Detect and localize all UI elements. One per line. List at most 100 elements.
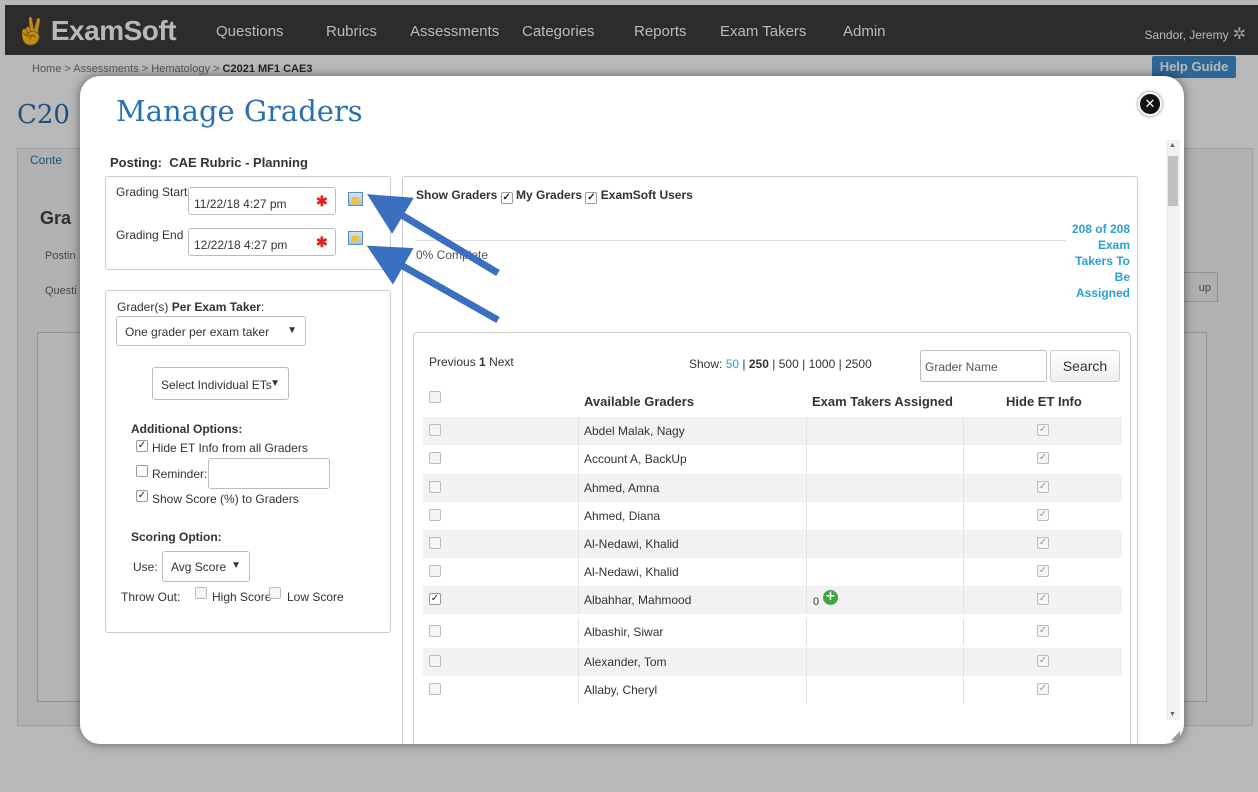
low-score-label: Low Score xyxy=(287,590,344,604)
graders-per-exam-taker-select[interactable]: One grader per exam taker ▼ xyxy=(116,316,306,346)
show-score-label: Show Score (%) to Graders xyxy=(152,492,299,506)
low-score-checkbox[interactable] xyxy=(269,587,281,599)
hide-et-info-row-checkbox[interactable]: ✓ xyxy=(1037,537,1049,549)
grading-start-label: Grading Start xyxy=(116,185,188,199)
grader-row[interactable]: Al-Nedawi, Khalid ✓ xyxy=(423,558,1122,586)
show-score-checkbox[interactable]: ✓ xyxy=(136,490,148,502)
column-divider xyxy=(963,445,964,473)
page-size-options: Show: 50 | 250 | 500 | 1000 | 2500 xyxy=(689,357,872,371)
examsoft-users-label: ExamSoft Users xyxy=(600,188,693,202)
page-size-500[interactable]: 500 xyxy=(779,357,799,371)
hide-et-info-row-checkbox[interactable]: ✓ xyxy=(1037,509,1049,521)
column-divider xyxy=(578,530,579,558)
grader-name: Allaby, Cheryl xyxy=(584,683,658,697)
select-individual-ets-select[interactable]: Select Individual ETs ▼ xyxy=(152,367,289,400)
posting-value: CAE Rubric - Planning xyxy=(169,155,308,170)
hide-et-info-checkbox[interactable]: ✓ xyxy=(136,440,148,452)
required-icon: ✱ xyxy=(316,234,328,250)
column-divider xyxy=(578,445,579,473)
calendar-icon[interactable] xyxy=(348,231,363,245)
column-divider xyxy=(578,417,579,445)
scroll-down-icon[interactable]: ▼ xyxy=(1169,711,1176,718)
close-icon[interactable]: ✕ xyxy=(1138,92,1162,116)
grader-row[interactable]: ✓ Albahhar, Mahmood 0 + ✓ xyxy=(423,586,1122,614)
page-size-2500[interactable]: 2500 xyxy=(845,357,872,371)
grader-select-checkbox[interactable] xyxy=(429,537,441,549)
throw-out-label: Throw Out: xyxy=(121,590,181,604)
scroll-thumb[interactable] xyxy=(1168,156,1178,206)
page-size-50[interactable]: 50 xyxy=(726,357,739,371)
resize-handle-icon[interactable]: ◢ xyxy=(1171,728,1180,742)
grader-row[interactable]: Al-Nedawi, Khalid ✓ xyxy=(423,530,1122,558)
grader-row[interactable]: Ahmed, Amna ✓ xyxy=(423,474,1122,502)
grader-row[interactable]: Alexander, Tom ✓ xyxy=(423,648,1122,676)
assigned-count-line: Takers To xyxy=(1075,254,1130,268)
hide-et-info-row-checkbox[interactable]: ✓ xyxy=(1037,655,1049,667)
pagination-previous[interactable]: Previous xyxy=(429,355,476,369)
graders-per-value: One grader per exam taker xyxy=(125,325,270,339)
hide-et-info-row-checkbox[interactable]: ✓ xyxy=(1037,625,1049,637)
reminder-checkbox[interactable] xyxy=(136,465,148,477)
examsoft-users-checkbox[interactable]: ✓ xyxy=(585,192,598,204)
grader-row[interactable]: Albashir, Siwar ✓ xyxy=(423,618,1122,646)
calendar-icon[interactable] xyxy=(348,192,363,206)
pipe-separator: | xyxy=(838,357,842,371)
grading-start-input[interactable]: 11/22/18 4:27 pm xyxy=(188,187,336,215)
hide-et-info-row-checkbox[interactable]: ✓ xyxy=(1037,452,1049,464)
col-available-graders: Available Graders xyxy=(584,394,695,409)
hide-et-info-label: Hide ET Info from all Graders xyxy=(152,441,308,455)
column-divider xyxy=(578,676,579,704)
column-divider xyxy=(806,586,807,614)
page-size-250[interactable]: 250 xyxy=(749,357,769,371)
column-divider xyxy=(806,417,807,445)
select-individual-value: Select Individual ETs xyxy=(161,378,272,392)
search-button[interactable]: Search xyxy=(1050,350,1120,382)
grader-name-search-input[interactable]: Grader Name xyxy=(920,350,1047,382)
grader-select-checkbox[interactable]: ✓ xyxy=(429,593,441,605)
scoring-use-select[interactable]: Avg Score ▼ xyxy=(162,551,250,582)
chevron-down-icon: ▼ xyxy=(270,378,280,389)
pagination-next[interactable]: Next xyxy=(489,355,514,369)
col-exam-takers-assigned: Exam Takers Assigned xyxy=(812,394,953,409)
show-graders-row: Show Graders ✓ My Graders ✓ ExamSoft Use… xyxy=(416,188,693,204)
hide-et-info-row-checkbox[interactable]: ✓ xyxy=(1037,481,1049,493)
page-size-1000[interactable]: 1000 xyxy=(809,357,836,371)
my-graders-checkbox[interactable]: ✓ xyxy=(500,192,513,204)
assigned-count-line: Be xyxy=(1114,270,1130,284)
assigned-count-line: Exam xyxy=(1097,238,1130,252)
column-divider xyxy=(963,417,964,445)
high-score-checkbox[interactable] xyxy=(195,587,207,599)
scoring-option-heading: Scoring Option: xyxy=(131,530,222,544)
graders-per-prefix: Grader(s) xyxy=(117,300,172,314)
pipe-separator: | xyxy=(802,357,806,371)
grader-select-checkbox[interactable] xyxy=(429,625,441,637)
hide-et-info-row-checkbox[interactable]: ✓ xyxy=(1037,683,1049,695)
add-exam-taker-icon[interactable]: + xyxy=(823,590,838,605)
grader-select-checkbox[interactable] xyxy=(429,424,441,436)
reminder-input[interactable] xyxy=(208,458,330,489)
grader-select-checkbox[interactable] xyxy=(429,683,441,695)
required-icon: ✱ xyxy=(316,193,328,209)
hide-et-info-row-checkbox[interactable]: ✓ xyxy=(1037,593,1049,605)
hide-et-info-row-checkbox[interactable]: ✓ xyxy=(1037,424,1049,436)
modal-scrollbar[interactable]: ▲ ▼ xyxy=(1166,140,1180,720)
grader-row[interactable]: Ahmed, Diana ✓ xyxy=(423,502,1122,530)
use-label: Use: xyxy=(133,560,158,574)
grader-row[interactable]: Account A, BackUp ✓ xyxy=(423,445,1122,473)
scroll-up-icon[interactable]: ▲ xyxy=(1169,142,1176,149)
grader-select-checkbox[interactable] xyxy=(429,565,441,577)
grader-select-checkbox[interactable] xyxy=(429,509,441,521)
grader-select-checkbox[interactable] xyxy=(429,655,441,667)
column-divider xyxy=(806,445,807,473)
column-divider xyxy=(806,676,807,704)
assigned-count-line: 208 of 208 xyxy=(1071,222,1130,236)
hide-et-info-row-checkbox[interactable]: ✓ xyxy=(1037,565,1049,577)
select-all-checkbox[interactable] xyxy=(429,391,441,403)
grader-row[interactable]: Abdel Malak, Nagy ✓ xyxy=(423,417,1122,445)
pagination-current-page: 1 xyxy=(479,355,486,369)
grader-row[interactable]: Allaby, Cheryl ✓ xyxy=(423,676,1122,704)
grading-end-input[interactable]: 12/22/18 4:27 pm xyxy=(188,228,336,256)
column-divider xyxy=(806,558,807,586)
grader-select-checkbox[interactable] xyxy=(429,452,441,464)
grader-select-checkbox[interactable] xyxy=(429,481,441,493)
